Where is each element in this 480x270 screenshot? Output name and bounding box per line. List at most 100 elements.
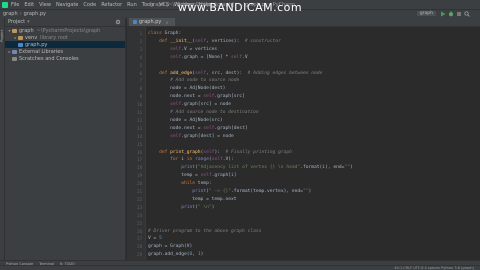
- code-token: self: [231, 54, 243, 60]
- menu-item-code[interactable]: Code: [83, 2, 96, 8]
- code-line: print("Adjacency list of vertex {} \n he…: [148, 164, 353, 171]
- code-token: .V: [242, 54, 248, 60]
- line-number: 8: [139, 86, 142, 92]
- line-number: 11: [137, 110, 142, 115]
- code-line: self.graph[src] = node: [148, 101, 231, 108]
- tree-item[interactable]: ▾ graph ~\PycharmProjects\graph: [5, 27, 125, 34]
- project-tool-window-tab[interactable]: Project: [0, 22, 4, 42]
- gear-icon[interactable]: [115, 19, 121, 25]
- code-token: , src, dest):: [206, 70, 248, 76]
- run-configuration-select[interactable]: graph: [416, 11, 436, 16]
- navigation-bar: graph › graph.py graph: [0, 9, 480, 18]
- tree-item-label: graph.py: [25, 41, 48, 48]
- tree-item-label: graph: [19, 27, 34, 34]
- scratch-icon: [12, 56, 17, 61]
- tree-item-label: External Libraries: [19, 48, 63, 55]
- code-editor[interactable]: class Graph: def __init__(self, vertices…: [146, 27, 480, 260]
- code-token: .graph[src]: [214, 94, 245, 100]
- editor-tab-label: graph.py: [139, 19, 162, 25]
- line-number: 17: [137, 157, 142, 163]
- code-line: node.next = self.graph[src]: [148, 93, 245, 100]
- project-tree: ▾ graph ~\PycharmProjects\graph ▸ venv librar…: [5, 27, 125, 62]
- code-line: class Graph:: [148, 30, 181, 37]
- project-panel-header: Project ▾: [5, 18, 125, 27]
- code-token: temp =: [148, 173, 201, 179]
- menu-item-file[interactable]: File: [11, 2, 19, 8]
- code-token: # Add node to source node: [148, 78, 240, 84]
- code-token: .V):: [222, 157, 234, 163]
- line-number: 2: [139, 38, 142, 44]
- code-token: for: [148, 157, 182, 163]
- search-everywhere-icon[interactable]: [464, 11, 470, 17]
- menu-item-run[interactable]: Run: [127, 2, 137, 8]
- code-token: V =: [148, 236, 160, 242]
- code-line: node.next = self.graph[dest]: [148, 125, 248, 132]
- code-token: 5: [159, 236, 162, 242]
- editor-tab-graph-py[interactable]: graph.py ✕: [129, 18, 175, 26]
- code-token: self: [211, 157, 223, 163]
- breadcrumb-project[interactable]: graph: [3, 11, 18, 17]
- tree-item[interactable]: ▸ External Libraries: [5, 48, 125, 55]
- code-token: while: [148, 181, 198, 187]
- code-line: def add_edge(self, src, dest): # Adding …: [148, 70, 322, 77]
- menu-item-refactor[interactable]: Refactor: [101, 2, 122, 8]
- window-title: graph [~\PycharmProjects\graph] - ...\gr…: [150, 1, 296, 8]
- stop-icon[interactable]: [456, 11, 462, 17]
- line-number: 22: [137, 196, 142, 202]
- code-token: __init__: [170, 38, 193, 44]
- line-number: 21: [137, 189, 142, 194]
- code-token: node.next =: [148, 94, 204, 100]
- code-token: "Adjacency list of vertex {} \n head": [197, 165, 301, 171]
- debug-icon[interactable]: [448, 11, 454, 17]
- line-number: 7: [139, 78, 142, 84]
- menu-item-edit[interactable]: Edit: [24, 2, 34, 8]
- line-number: 29: [137, 252, 142, 258]
- code-token: ): [211, 204, 215, 210]
- line-number: 19: [137, 173, 142, 179]
- code-line: for i in range(self.V):: [148, 156, 234, 163]
- code-token: node = AdjNode(dest): [148, 86, 226, 92]
- code-token: ):: [214, 149, 226, 155]
- tree-item[interactable]: Scratches and Consoles: [5, 55, 125, 62]
- code-line: def __init__(self, vertices): # construc…: [148, 38, 281, 45]
- code-token: # Driver program to the above graph clas…: [148, 228, 262, 234]
- code-token: add_edge: [170, 70, 193, 76]
- menu-item-view[interactable]: View: [39, 2, 51, 8]
- line-number: 18: [137, 165, 142, 171]
- code-token: ): [200, 252, 204, 258]
- chevron-down-icon[interactable]: ▾: [27, 19, 30, 25]
- run-icon[interactable]: [440, 11, 446, 17]
- pycharm-logo-icon: [2, 1, 8, 8]
- line-number: 9: [139, 94, 142, 100]
- menu-item-navigate[interactable]: Navigate: [56, 2, 78, 8]
- code-line: # Add node to source node: [148, 77, 239, 84]
- code-token: in: [186, 157, 196, 163]
- tree-item[interactable]: ▸ venv library root: [5, 34, 125, 41]
- code-token: .graph[dest]: [214, 125, 248, 131]
- code-token: print: [181, 204, 196, 210]
- code-token: # Add source node to destination: [148, 110, 259, 115]
- line-number: 28: [137, 244, 142, 250]
- code-token: graph = Graph(V): [148, 244, 193, 250]
- code-line: node = AdjNode(src): [148, 117, 223, 124]
- code-line: graph = Graph(V): [148, 243, 192, 250]
- close-icon[interactable]: ✕: [165, 20, 168, 25]
- line-number: 1: [139, 31, 142, 36]
- tree-item-label: Scratches and Consoles: [19, 55, 79, 62]
- tree-item[interactable]: graph.py: [5, 41, 125, 48]
- line-number: 27: [137, 236, 142, 242]
- folder-icon: [18, 35, 23, 40]
- project-panel-title[interactable]: Project: [8, 19, 25, 25]
- breadcrumb-file[interactable]: graph.py: [24, 11, 46, 17]
- code-line: V = 5: [148, 235, 162, 242]
- line-number: 12: [137, 117, 142, 123]
- code-token: self: [170, 46, 182, 52]
- line-number: 15: [137, 141, 142, 147]
- code-token: self: [195, 70, 207, 76]
- menu-bar: File Edit View Navigate Code Refactor Run Tools…: [0, 0, 480, 9]
- code-token: , vertices):: [206, 38, 245, 44]
